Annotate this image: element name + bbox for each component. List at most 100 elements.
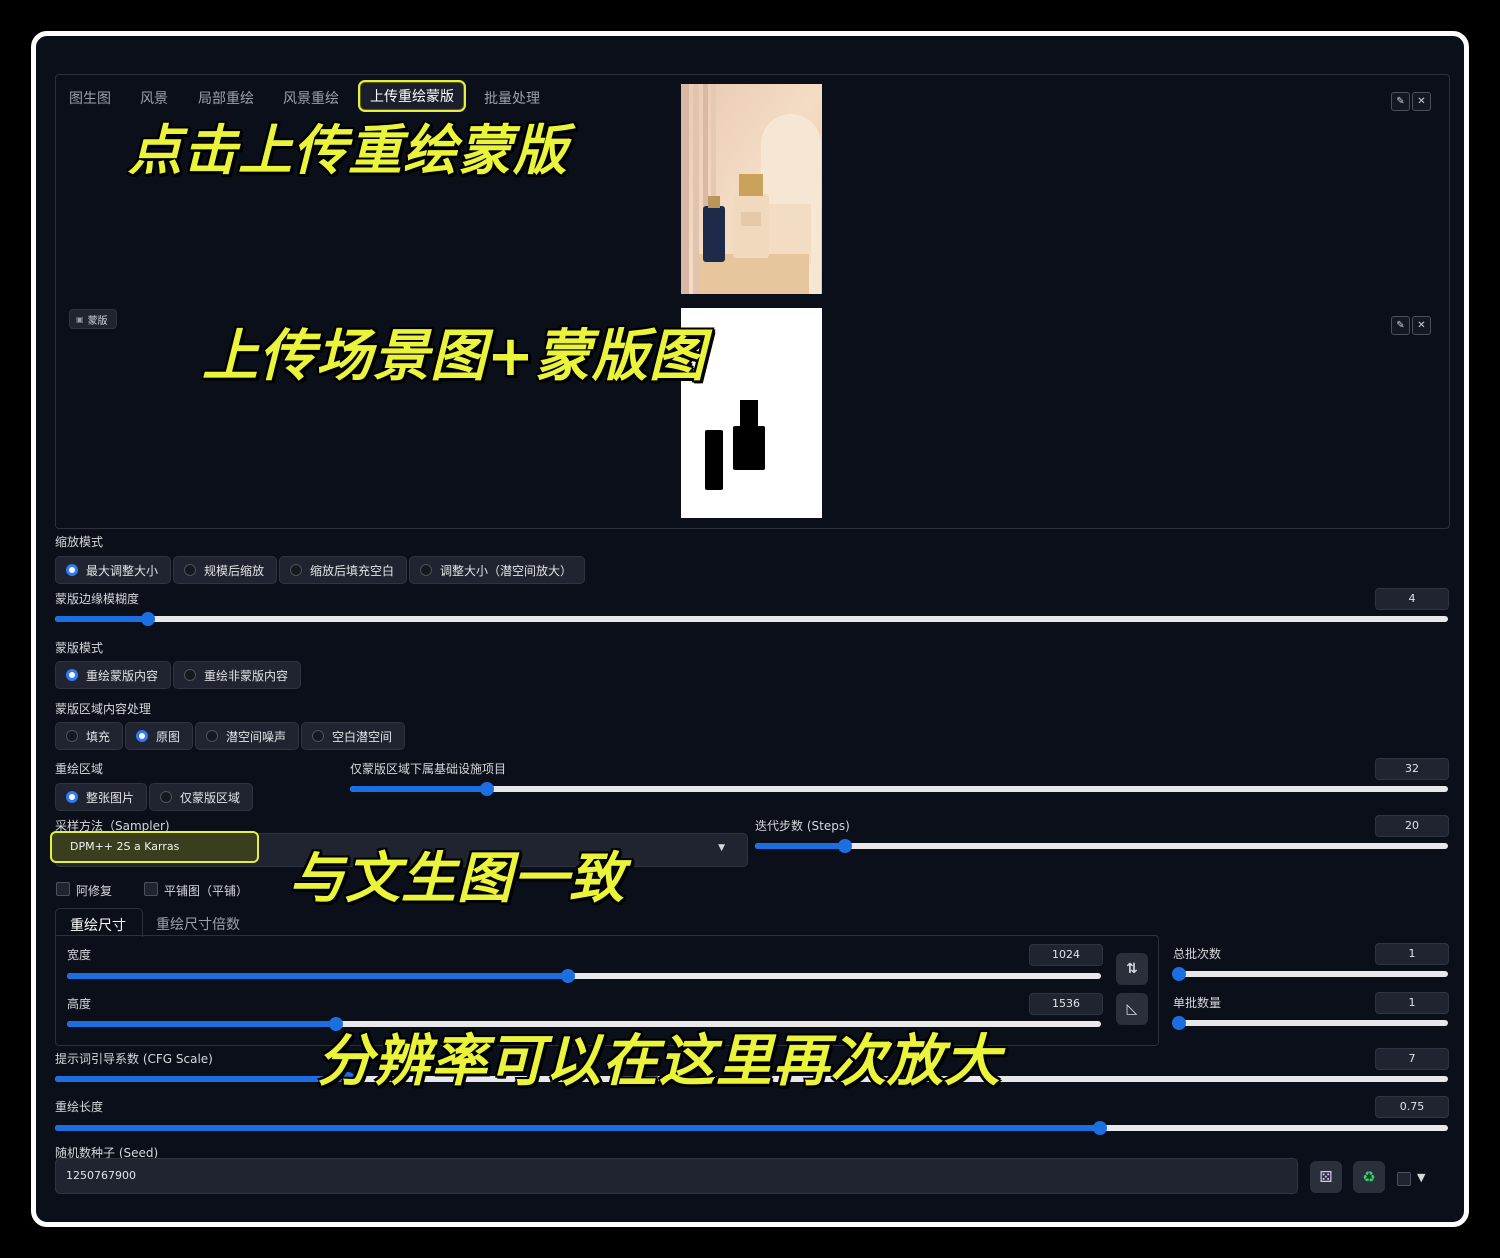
mask-blur-label: 蒙版边缘模糊度	[55, 592, 140, 606]
swap-icon: ⇅	[1126, 961, 1138, 977]
radio-label: 填充	[86, 729, 111, 744]
cfg-label: 提示词引导系数 (CFG Scale)	[55, 1052, 213, 1066]
radio-dot	[184, 669, 197, 681]
steps-input[interactable]: 20	[1375, 815, 1449, 837]
restore-faces-checkbox[interactable]	[56, 882, 70, 896]
radio-dot	[66, 564, 78, 576]
radio-scale-after[interactable]: 规模后缩放	[173, 556, 278, 584]
seed-input[interactable]: 1250767900	[55, 1158, 1298, 1194]
ratio-icon: ◺	[1126, 1001, 1138, 1017]
radio-dot	[66, 791, 78, 803]
app-window: 图生图 风景 局部重绘 风景重绘 上传重绘蒙版 批量处理 ✎ ✕ ▣ 蒙版 ✎ …	[31, 31, 1469, 1227]
batch-size-input[interactable]: 1	[1375, 992, 1449, 1014]
radio-label: 仅蒙版区域	[180, 790, 241, 805]
radio-label: 空白潜空间	[332, 729, 393, 744]
radio-only-masked[interactable]: 仅蒙版区域	[149, 783, 254, 811]
radio-label: 原图	[156, 729, 181, 744]
tiling-checkbox[interactable]	[144, 882, 158, 896]
radio-fill-blank[interactable]: 缩放后填充空白	[279, 556, 408, 584]
radio-label: 缩放后填充空白	[310, 563, 395, 578]
radio-label: 重绘蒙版内容	[86, 668, 159, 683]
padding-input[interactable]: 32	[1375, 758, 1449, 780]
steps-label: 迭代步数 (Steps)	[755, 819, 850, 833]
radio-dot	[206, 730, 219, 742]
radio-fill[interactable]: 填充	[55, 722, 124, 750]
radio-label: 调整大小（潜空间放大）	[440, 563, 573, 578]
batch-count-label: 总批次数	[1173, 947, 1222, 961]
mask-blur-slider[interactable]	[55, 612, 1448, 626]
caption-upload-mask: 点击上传重绘蒙版	[128, 119, 568, 182]
radio-latent-upscale[interactable]: 调整大小（潜空间放大）	[409, 556, 586, 584]
padding-label: 仅蒙版区域下属基础设施项目	[350, 762, 507, 776]
radio-dot	[290, 564, 303, 576]
height-input[interactable]: 1536	[1029, 993, 1103, 1015]
width-input[interactable]: 1024	[1029, 944, 1103, 966]
denoising-input[interactable]: 0.75	[1375, 1096, 1449, 1118]
radio-whole-picture[interactable]: 整张图片	[55, 783, 148, 811]
radio-label: 整张图片	[86, 790, 135, 805]
caption-resolution: 分辨率可以在这里再次放大	[317, 1029, 1001, 1094]
height-label: 高度	[67, 997, 92, 1011]
extra-seed-checkbox[interactable]	[1397, 1172, 1411, 1186]
radio-label: 规模后缩放	[204, 563, 265, 578]
radio-dot	[184, 564, 197, 576]
caption-upload-scene: 上传场景图+蒙版图	[202, 324, 706, 389]
radio-latent-noise[interactable]: 潜空间噪声	[195, 722, 300, 750]
batch-count-slider[interactable]	[1172, 967, 1448, 981]
mask-badge: ▣ 蒙版	[69, 309, 117, 329]
aspect-ratio-button[interactable]: ◺	[1116, 993, 1148, 1025]
close-icon[interactable]: ✕	[1412, 92, 1431, 111]
masked-content-label: 蒙版区域内容处理	[55, 702, 152, 716]
inpaint-area-group: 整张图片 仅蒙版区域	[55, 783, 254, 811]
radio-label: 潜空间噪声	[226, 729, 287, 744]
radio-label: 最大调整大小	[86, 563, 159, 578]
radio-dot	[136, 730, 149, 742]
radio-inpaint-not-masked[interactable]: 重绘非蒙版内容	[173, 661, 302, 689]
mask-badge-label: 蒙版	[87, 315, 108, 327]
radio-latent-nothing[interactable]: 空白潜空间	[301, 722, 406, 750]
swap-dimensions-button[interactable]: ⇅	[1116, 953, 1148, 985]
dice-icon: ⚄	[1319, 1168, 1333, 1186]
width-slider[interactable]	[67, 969, 1101, 983]
tiling-label: 平铺图（平铺）	[164, 884, 249, 898]
edit-icon[interactable]: ✎	[1391, 92, 1410, 111]
dropdown-arrow-icon: ▼	[718, 843, 725, 853]
radio-original[interactable]: 原图	[125, 722, 194, 750]
steps-slider[interactable]	[755, 839, 1448, 853]
restore-faces-label: 阿修复	[76, 884, 113, 898]
radio-inpaint-masked[interactable]: 重绘蒙版内容	[55, 661, 172, 689]
mask-mode-group: 重绘蒙版内容 重绘非蒙版内容	[55, 661, 302, 689]
inpaint-area-label: 重绘区域	[55, 762, 104, 776]
scene-image	[681, 84, 822, 294]
tab-resize-to[interactable]: 重绘尺寸	[55, 908, 143, 937]
radio-label: 重绘非蒙版内容	[204, 668, 289, 683]
extra-seed-arrow-icon[interactable]: ▼	[1417, 1171, 1425, 1184]
mask-edit-icon[interactable]: ✎	[1391, 316, 1410, 335]
denoising-slider[interactable]	[55, 1121, 1448, 1135]
tab-label: 重绘尺寸	[70, 918, 126, 934]
radio-dot	[312, 730, 325, 742]
caption-same-as-txt2img: 与文生图一致	[289, 846, 626, 910]
reuse-seed-button[interactable]: ♻	[1353, 1161, 1385, 1193]
mask-close-icon[interactable]: ✕	[1412, 316, 1431, 335]
batch-size-slider[interactable]	[1172, 1016, 1448, 1030]
cfg-input[interactable]: 7	[1375, 1048, 1449, 1070]
radio-dot	[66, 669, 78, 681]
random-seed-button[interactable]: ⚄	[1310, 1161, 1342, 1193]
radio-dot	[420, 564, 433, 576]
radio-resize-max[interactable]: 最大调整大小	[55, 556, 172, 584]
batch-count-input[interactable]: 1	[1375, 943, 1449, 965]
radio-dot	[160, 791, 173, 803]
resize-mode-group: 最大调整大小 规模后缩放 缩放后填充空白 调整大小（潜空间放大）	[55, 556, 586, 584]
resize-mode-label: 缩放模式	[55, 535, 104, 549]
sampler-value[interactable]: DPM++ 2S a Karras	[50, 831, 259, 863]
width-label: 宽度	[67, 948, 92, 962]
radio-dot	[66, 730, 78, 742]
denoising-label: 重绘长度	[55, 1100, 104, 1114]
padding-slider[interactable]	[350, 782, 1448, 796]
mask-mode-label: 蒙版模式	[55, 641, 104, 655]
masked-content-group: 填充 原图 潜空间噪声 空白潜空间	[55, 722, 406, 750]
tab-resize-by[interactable]: 重绘尺寸倍数	[156, 914, 240, 934]
image-icon: ▣	[76, 314, 84, 324]
mask-blur-input[interactable]: 4	[1375, 588, 1449, 610]
